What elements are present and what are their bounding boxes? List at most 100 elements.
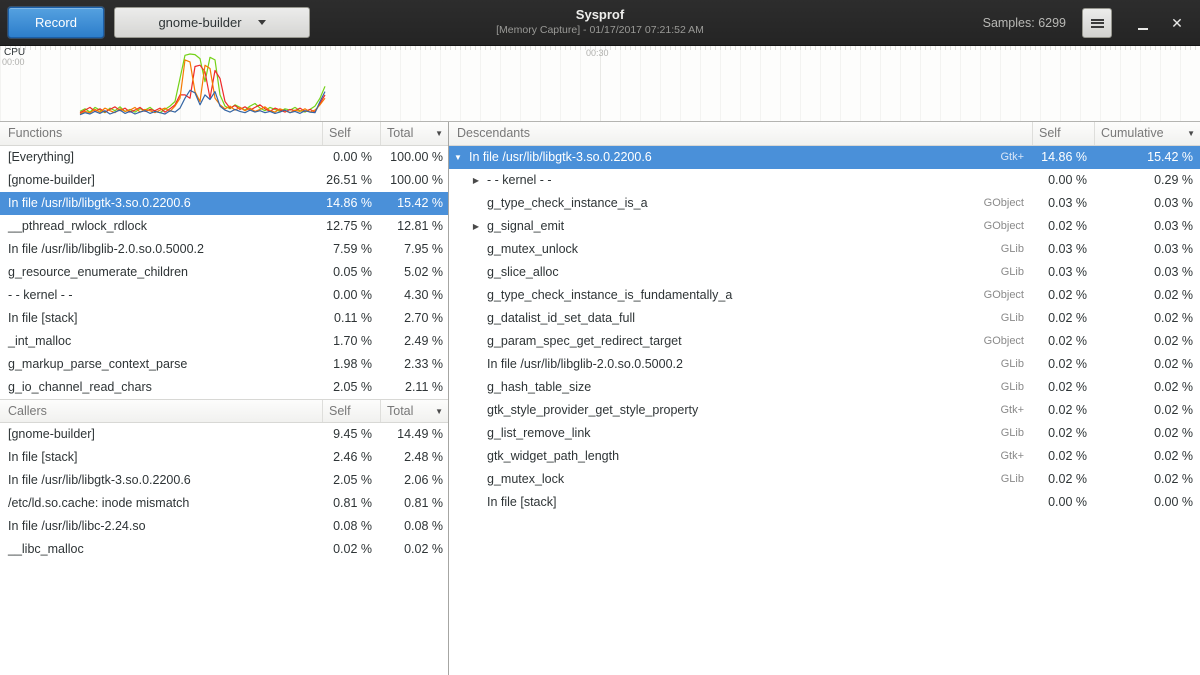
- tree-row[interactable]: gtk_widget_path_lengthGtk+0.02 %0.02 %: [449, 445, 1200, 468]
- expander-spacer: [469, 399, 483, 422]
- table-row[interactable]: [gnome-builder]26.51 %100.00 %: [0, 169, 448, 192]
- function-name: gtk_style_provider_get_style_property: [483, 399, 1000, 422]
- tree-row[interactable]: g_slice_allocGLib0.03 %0.03 %: [449, 261, 1200, 284]
- self-percent: 2.05 %: [322, 376, 380, 399]
- table-row[interactable]: g_resource_enumerate_children0.05 %5.02 …: [0, 261, 448, 284]
- function-name: g_slice_alloc: [483, 261, 1001, 284]
- column-header-self[interactable]: Self: [322, 122, 380, 145]
- function-name: g_signal_emit: [483, 215, 984, 238]
- target-selector-label: gnome-builder: [158, 15, 241, 30]
- target-selector[interactable]: gnome-builder: [114, 7, 310, 38]
- tree-row[interactable]: g_param_spec_get_redirect_targetGObject0…: [449, 330, 1200, 353]
- window-title-area: Sysprof [Memory Capture] - 01/17/2017 07…: [496, 6, 704, 37]
- column-header-cumulative[interactable]: Cumulative ▼: [1094, 122, 1200, 145]
- table-row[interactable]: In file /usr/lib/libgtk-3.so.0.2200.62.0…: [0, 469, 448, 492]
- tree-row[interactable]: gtk_style_provider_get_style_propertyGtk…: [449, 399, 1200, 422]
- self-percent: 12.75 %: [322, 215, 380, 238]
- expander-closed-icon[interactable]: ▶: [469, 169, 483, 192]
- self-percent: 14.86 %: [1032, 146, 1094, 169]
- table-row[interactable]: - - kernel - -0.00 %4.30 %: [0, 284, 448, 307]
- table-row[interactable]: [gnome-builder]9.45 %14.49 %: [0, 423, 448, 446]
- table-row[interactable]: g_markup_parse_context_parse1.98 %2.33 %: [0, 353, 448, 376]
- function-name: [gnome-builder]: [0, 423, 322, 446]
- column-header-functions[interactable]: Functions: [0, 122, 322, 145]
- total-percent: 15.42 %: [380, 192, 448, 215]
- samples-count: Samples: 6299: [983, 16, 1066, 30]
- table-row[interactable]: In file /usr/lib/libgtk-3.so.0.2200.614.…: [0, 192, 448, 215]
- minimize-button[interactable]: [1130, 10, 1156, 36]
- tree-row[interactable]: ▼In file /usr/lib/libgtk-3.so.0.2200.6Gt…: [449, 146, 1200, 169]
- function-name: - - kernel - -: [0, 284, 322, 307]
- header-bar: Record gnome-builder Sysprof [Memory Cap…: [0, 0, 1200, 46]
- sort-indicator-icon: ▼: [1187, 122, 1195, 145]
- functions-header-row: Functions Self Total ▼: [0, 122, 448, 146]
- expander-spacer: [469, 422, 483, 445]
- table-row[interactable]: /etc/ld.so.cache: inode mismatch0.81 %0.…: [0, 492, 448, 515]
- column-header-self[interactable]: Self: [322, 400, 380, 422]
- tree-row[interactable]: g_datalist_id_set_data_fullGLib0.02 %0.0…: [449, 307, 1200, 330]
- expander-open-icon[interactable]: ▼: [451, 146, 465, 169]
- self-percent: 0.02 %: [1032, 353, 1094, 376]
- cumulative-percent: 0.02 %: [1094, 422, 1200, 445]
- expander-spacer: [469, 261, 483, 284]
- self-percent: 0.00 %: [322, 146, 380, 169]
- function-name: g_type_check_instance_is_a: [483, 192, 984, 215]
- library-badge: GLib: [1001, 307, 1024, 330]
- tree-row[interactable]: g_list_remove_linkGLib0.02 %0.02 %: [449, 422, 1200, 445]
- table-row[interactable]: g_io_channel_read_chars2.05 %2.11 %: [0, 376, 448, 399]
- tree-row[interactable]: ▶g_signal_emitGObject0.02 %0.03 %: [449, 215, 1200, 238]
- self-percent: 9.45 %: [322, 423, 380, 446]
- tree-row[interactable]: g_hash_table_sizeGLib0.02 %0.02 %: [449, 376, 1200, 399]
- total-percent: 5.02 %: [380, 261, 448, 284]
- table-row[interactable]: __libc_malloc0.02 %0.02 %: [0, 538, 448, 561]
- library-badge: GLib: [1001, 261, 1024, 284]
- total-percent: 2.49 %: [380, 330, 448, 353]
- column-header-total[interactable]: Total ▼: [380, 400, 448, 422]
- function-name: In file [stack]: [0, 446, 322, 469]
- total-percent: 7.95 %: [380, 238, 448, 261]
- total-percent: 2.11 %: [380, 376, 448, 399]
- menu-button[interactable]: [1082, 8, 1112, 38]
- function-name: [gnome-builder]: [0, 169, 322, 192]
- total-percent: 2.33 %: [380, 353, 448, 376]
- table-row[interactable]: In file /usr/lib/libc-2.24.so0.08 %0.08 …: [0, 515, 448, 538]
- table-row[interactable]: In file /usr/lib/libglib-2.0.so.0.5000.2…: [0, 238, 448, 261]
- callers-header-row: Callers Self Total ▼: [0, 399, 448, 423]
- function-name: g_markup_parse_context_parse: [0, 353, 322, 376]
- total-percent: 100.00 %: [380, 146, 448, 169]
- self-percent: 0.03 %: [1032, 192, 1094, 215]
- function-name: g_datalist_id_set_data_full: [483, 307, 1001, 330]
- tree-row[interactable]: In file [stack]0.00 %0.00 %: [449, 491, 1200, 514]
- tree-row[interactable]: g_mutex_lockGLib0.02 %0.02 %: [449, 468, 1200, 491]
- tree-row[interactable]: g_type_check_instance_is_aGObject0.03 %0…: [449, 192, 1200, 215]
- tree-row[interactable]: g_mutex_unlockGLib0.03 %0.03 %: [449, 238, 1200, 261]
- column-header-self[interactable]: Self: [1032, 122, 1094, 145]
- expander-spacer: [469, 353, 483, 376]
- function-name: - - kernel - -: [483, 169, 1024, 192]
- column-header-total[interactable]: Total ▼: [380, 122, 448, 145]
- self-percent: 0.11 %: [322, 307, 380, 330]
- self-percent: 0.81 %: [322, 492, 380, 515]
- self-percent: 0.03 %: [1032, 261, 1094, 284]
- table-row[interactable]: _int_malloc1.70 %2.49 %: [0, 330, 448, 353]
- table-row[interactable]: [Everything]0.00 %100.00 %: [0, 146, 448, 169]
- time-label-mid: 00:30: [586, 48, 609, 58]
- column-header-descendants[interactable]: Descendants: [449, 122, 1032, 145]
- cumulative-percent: 0.03 %: [1094, 238, 1200, 261]
- column-header-callers[interactable]: Callers: [0, 400, 322, 422]
- cpu-graph[interactable]: CPU 00:00 00:30: [0, 46, 1200, 122]
- close-button[interactable]: ✕: [1164, 10, 1190, 36]
- table-row[interactable]: In file [stack]0.11 %2.70 %: [0, 307, 448, 330]
- self-percent: 0.00 %: [322, 284, 380, 307]
- tree-row[interactable]: In file /usr/lib/libglib-2.0.so.0.5000.2…: [449, 353, 1200, 376]
- record-button[interactable]: Record: [8, 7, 104, 38]
- self-percent: 0.02 %: [1032, 399, 1094, 422]
- tree-row[interactable]: g_type_check_instance_is_fundamentally_a…: [449, 284, 1200, 307]
- self-percent: 7.59 %: [322, 238, 380, 261]
- function-name: In file [stack]: [483, 491, 1024, 514]
- table-row[interactable]: __pthread_rwlock_rdlock12.75 %12.81 %: [0, 215, 448, 238]
- table-row[interactable]: In file [stack]2.46 %2.48 %: [0, 446, 448, 469]
- tree-row[interactable]: ▶- - kernel - -0.00 %0.29 %: [449, 169, 1200, 192]
- expander-closed-icon[interactable]: ▶: [469, 215, 483, 238]
- cumulative-percent: 0.03 %: [1094, 192, 1200, 215]
